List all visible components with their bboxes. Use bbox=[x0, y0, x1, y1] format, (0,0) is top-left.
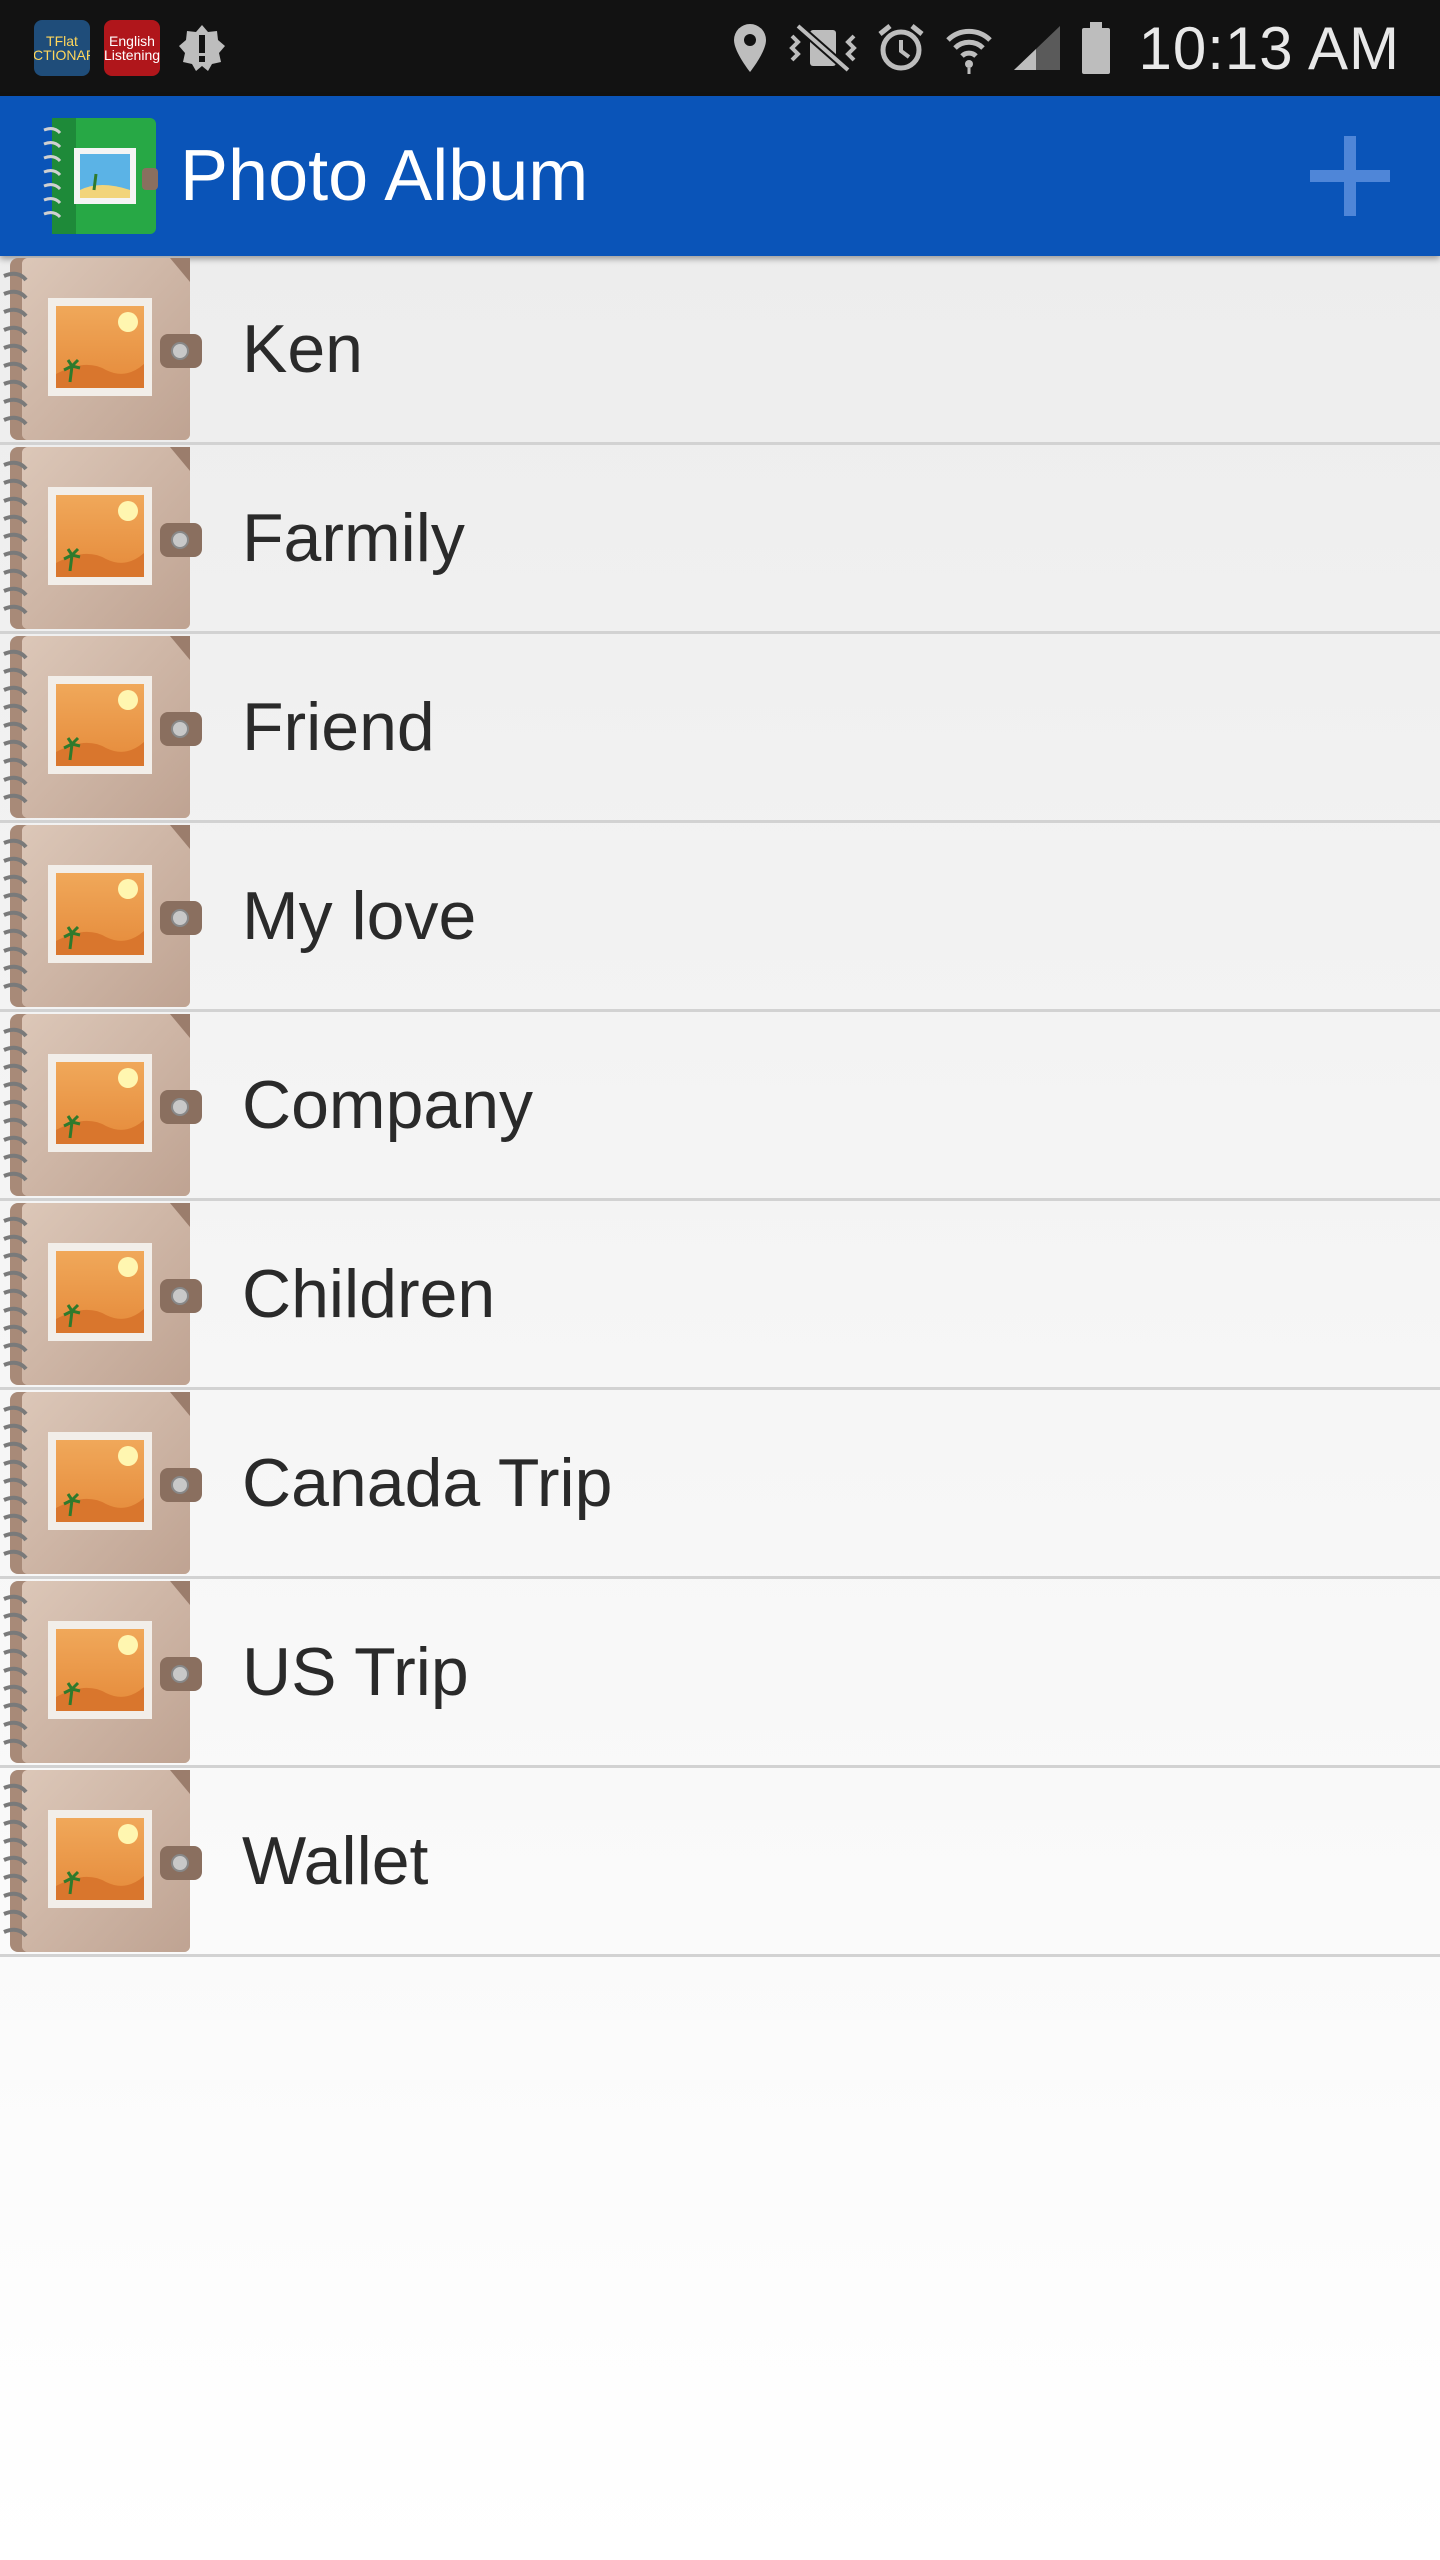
album-row[interactable]: Company bbox=[0, 1012, 1440, 1201]
album-name: Ken bbox=[242, 311, 363, 387]
album-row[interactable]: My love bbox=[0, 823, 1440, 1012]
notification-area: TFlat DICTIONARY English Listening bbox=[34, 20, 230, 76]
album-row[interactable]: Ken bbox=[0, 256, 1440, 445]
photo-album-icon bbox=[0, 1012, 205, 1198]
album-name: Canada Trip bbox=[242, 1445, 613, 1521]
photo-album-icon bbox=[0, 1390, 205, 1576]
vibrate-mute-icon bbox=[788, 20, 858, 76]
album-name: Friend bbox=[242, 689, 435, 765]
english-listening-text: English Listening bbox=[104, 33, 160, 63]
album-row[interactable]: Farmily bbox=[0, 445, 1440, 634]
photo-album-icon bbox=[0, 445, 205, 631]
status-indicators: 10:13 AM bbox=[730, 10, 1400, 86]
add-album-button[interactable] bbox=[1300, 126, 1400, 226]
album-name: US Trip bbox=[242, 1634, 469, 1710]
english-listening-icon: English Listening bbox=[104, 20, 160, 76]
battery-icon bbox=[1080, 20, 1112, 76]
plus-icon bbox=[1310, 136, 1390, 216]
tflat-dictionary-text: TFlat DICTIONARY bbox=[34, 33, 90, 63]
wifi-icon bbox=[944, 20, 994, 76]
album-list: Ken Farmily Friend My love Company Children Ca… bbox=[0, 256, 1440, 1957]
status-bar: TFlat DICTIONARY English Listening bbox=[0, 0, 1440, 96]
album-row[interactable]: US Trip bbox=[0, 1579, 1440, 1768]
photo-album-icon bbox=[0, 256, 205, 442]
clock: 10:13 AM bbox=[1138, 14, 1400, 82]
signal-icon bbox=[1012, 20, 1062, 76]
app-logo-icon bbox=[38, 114, 162, 238]
photo-album-icon bbox=[0, 1579, 205, 1765]
app-bar: Photo Album bbox=[0, 96, 1440, 256]
location-icon bbox=[730, 20, 770, 76]
photo-album-icon bbox=[0, 1201, 205, 1387]
photo-album-icon bbox=[0, 634, 205, 820]
app-title: Photo Album bbox=[180, 136, 589, 216]
photo-album-icon bbox=[0, 823, 205, 1009]
album-name: Farmily bbox=[242, 500, 465, 576]
album-name: Wallet bbox=[242, 1823, 429, 1899]
album-row[interactable]: Canada Trip bbox=[0, 1390, 1440, 1579]
album-row[interactable]: Children bbox=[0, 1201, 1440, 1390]
album-name: Company bbox=[242, 1067, 534, 1143]
album-row[interactable]: Wallet bbox=[0, 1768, 1440, 1957]
alarm-icon bbox=[876, 20, 926, 76]
album-name: My love bbox=[242, 878, 477, 954]
album-name: Children bbox=[242, 1256, 496, 1332]
tflat-dictionary-icon: TFlat DICTIONARY bbox=[34, 20, 90, 76]
album-row[interactable]: Friend bbox=[0, 634, 1440, 823]
alert-icon bbox=[174, 20, 230, 76]
photo-album-icon bbox=[0, 1768, 205, 1954]
